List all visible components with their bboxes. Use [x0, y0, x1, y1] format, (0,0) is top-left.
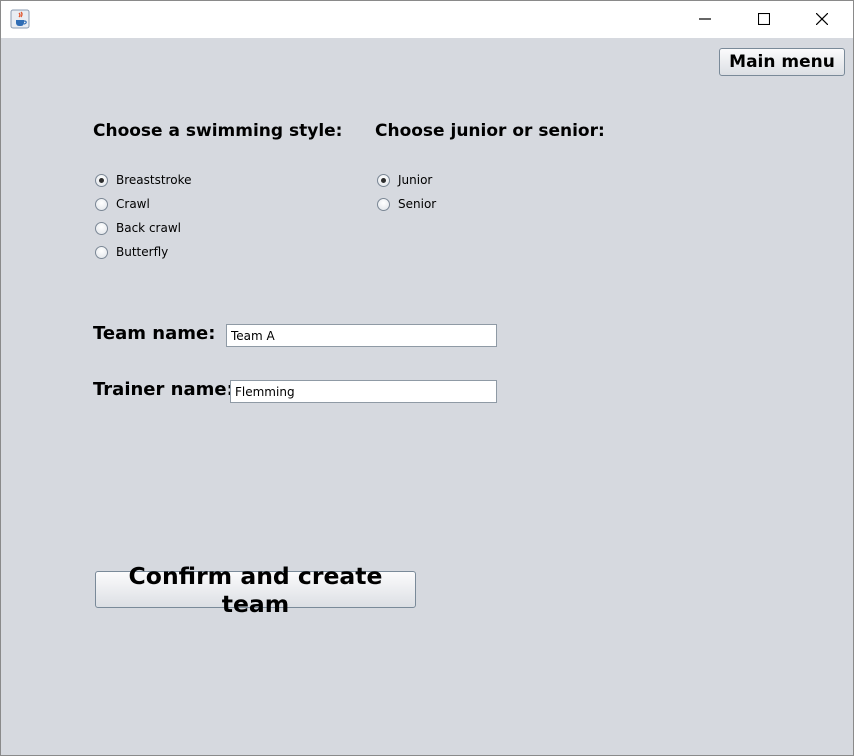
- radio-breaststroke[interactable]: Breaststroke: [95, 171, 191, 189]
- radio-crawl[interactable]: Crawl: [95, 195, 150, 213]
- trainer-name-input[interactable]: [230, 380, 497, 403]
- close-icon: [815, 10, 829, 29]
- radio-senior[interactable]: Senior: [377, 195, 436, 213]
- maximize-icon: [757, 10, 771, 29]
- radio-back-crawl[interactable]: Back crawl: [95, 219, 181, 237]
- swimming-style-title: Choose a swimming style:: [93, 121, 343, 141]
- content-panel: Main menu Choose a swimming style: Breas…: [1, 38, 853, 755]
- radio-label: Crawl: [116, 197, 150, 211]
- minimize-button[interactable]: [682, 1, 728, 38]
- radio-label: Breaststroke: [116, 173, 192, 187]
- radio-label: Senior: [398, 197, 437, 211]
- confirm-create-team-button[interactable]: Confirm and create team: [95, 562, 416, 618]
- title-bar[interactable]: [1, 1, 853, 38]
- maximize-button[interactable]: [741, 1, 787, 38]
- radio-junior[interactable]: Junior: [377, 171, 432, 189]
- radio-label: Butterfly: [116, 245, 169, 259]
- team-name-label: Team name:: [93, 323, 216, 344]
- trainer-name-label: Trainer name:: [93, 379, 234, 400]
- radio-button[interactable]: [95, 245, 108, 259]
- radio-button[interactable]: [95, 197, 108, 211]
- close-button[interactable]: [799, 1, 845, 38]
- radio-button[interactable]: [95, 221, 108, 235]
- age-group-title: Choose junior or senior:: [375, 121, 605, 141]
- minimize-icon: [699, 10, 711, 29]
- radio-label: Junior: [398, 173, 433, 187]
- radio-butterfly[interactable]: Butterfly: [95, 243, 168, 261]
- java-cup-icon: [10, 9, 30, 29]
- radio-button-checked[interactable]: [377, 173, 390, 187]
- radio-button[interactable]: [377, 197, 390, 211]
- main-menu-button[interactable]: Main menu: [719, 48, 845, 76]
- team-name-input[interactable]: [226, 324, 497, 347]
- radio-button-checked[interactable]: [95, 173, 108, 187]
- radio-label: Back crawl: [116, 221, 181, 235]
- app-window: Main menu Choose a swimming style: Breas…: [0, 0, 854, 756]
